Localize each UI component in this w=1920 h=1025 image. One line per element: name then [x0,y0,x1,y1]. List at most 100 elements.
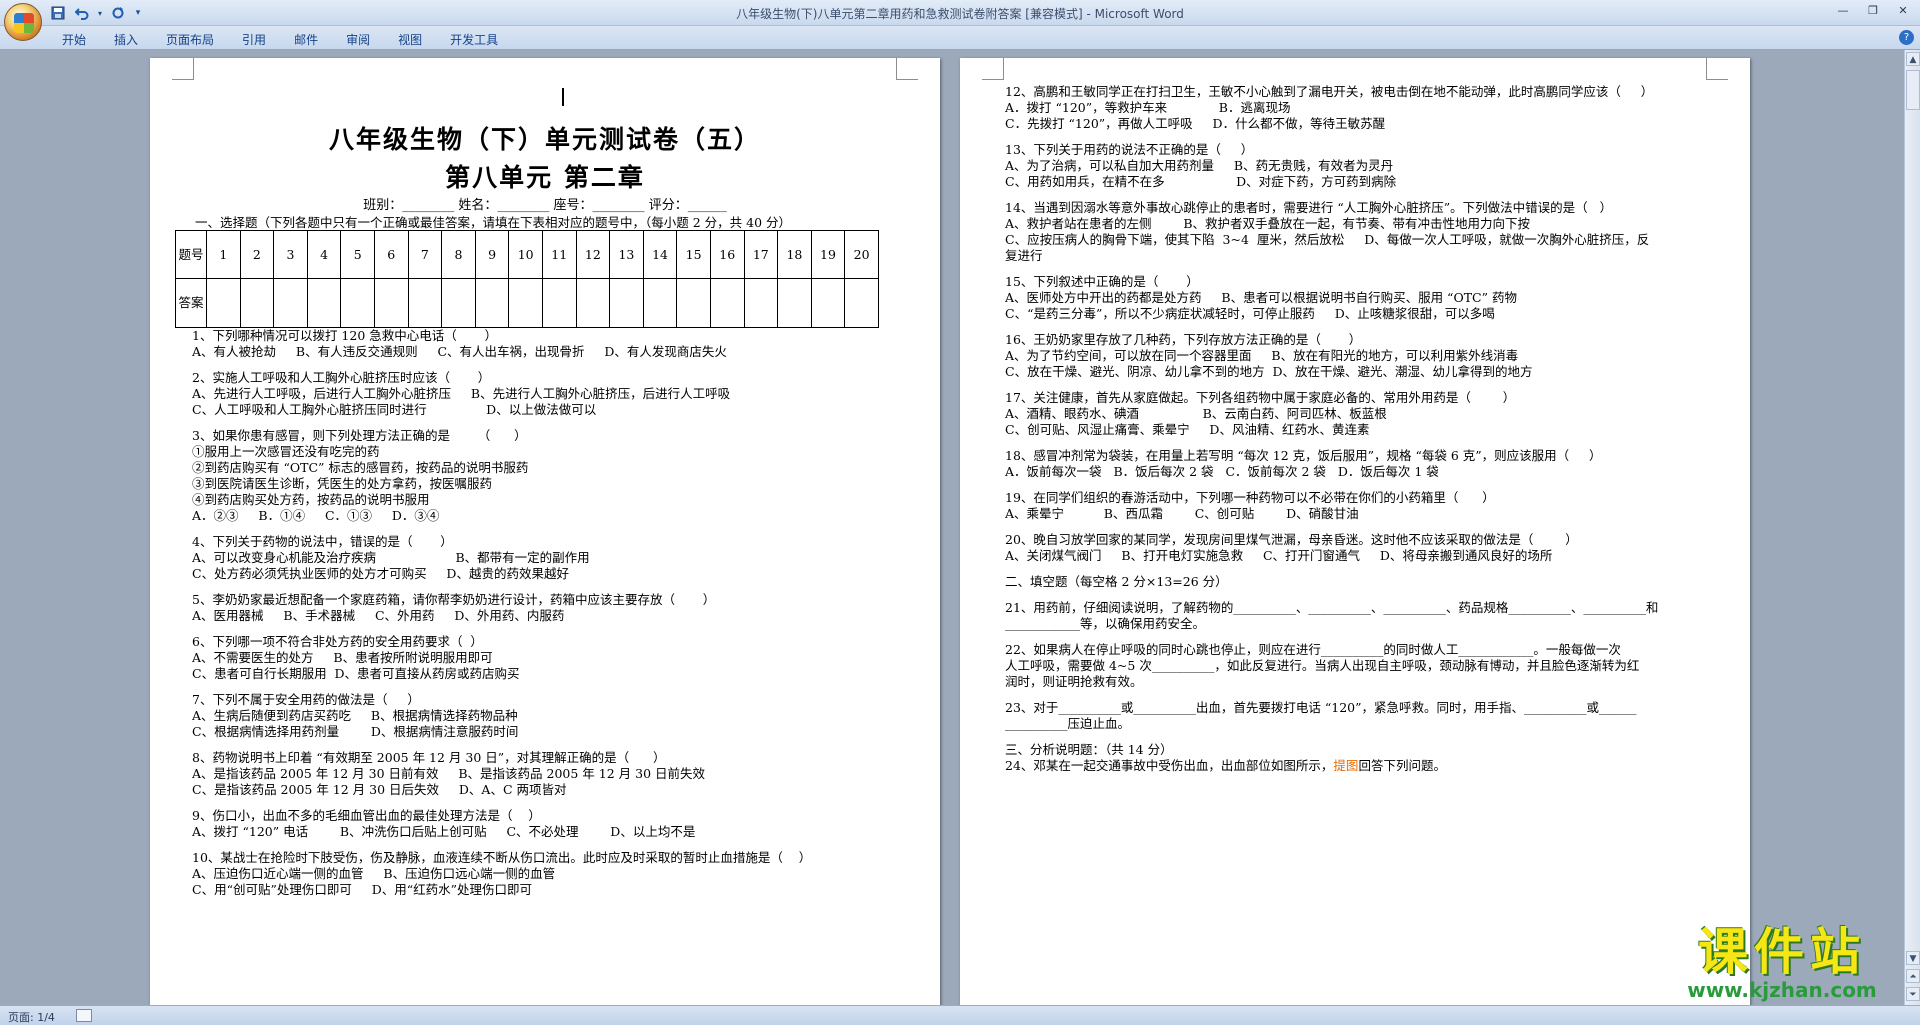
tab-view[interactable]: 视图 [384,29,436,50]
tab-review[interactable]: 审阅 [332,29,384,50]
page-count-status[interactable]: 页面: 1/4 [8,1009,55,1025]
previous-page-icon[interactable]: ⏶ [1906,969,1920,983]
text-line: A、为了节约空间，可以放在同一个容器里面 B、放在有阳光的地方，可以利用紫外线消… [1005,348,1519,363]
office-button[interactable] [4,3,42,41]
text-line: C、根据病情选择用药剂量 D、根据病情注意服药时间 [192,724,519,739]
next-page-icon[interactable]: ⏷ [1906,987,1920,1001]
answer-cell[interactable] [810,278,846,328]
text-line: ③到医院请医生诊断，凭医生的处方拿药，按医嘱服药 [192,476,493,491]
text-line: 12、高鹏和王敏同学正在打扫卫生，王敏不小心触到了漏电开关，被电击倒在地不能动弹… [1005,84,1654,99]
text-line: C、创可贴、风湿止痛膏、乘晕宁 D、风油精、红药水、黄连素 [1005,422,1370,437]
question-number-cell: 20 [844,230,879,279]
question-number-cell: 19 [810,230,846,279]
answer-cell[interactable] [407,278,443,328]
text-line: C、患者可自行长期服用 D、患者可直接从药房或药店购买 [192,666,520,681]
window-controls: — ❐ ✕ [1828,0,1918,20]
answer-cell[interactable] [206,278,241,328]
text-line: ①服用上一次感冒还没有吃完的药 [192,444,380,459]
page-subtitle: 第八单元 第二章 [445,163,645,192]
question-number-cell: 2 [239,230,275,279]
watermark-url: www.kjzhan.com [1687,978,1877,1002]
answer-cell[interactable] [239,278,275,328]
text-line: 二、填空题（每空格 2 分×13=26 分） [1005,574,1228,589]
tab-references[interactable]: 引用 [228,29,280,50]
answer-cell[interactable] [508,278,543,328]
watermark-logo: 课件站 www.kjzhan.com [1662,925,1902,1005]
scroll-thumb[interactable] [1906,70,1920,110]
answer-cell[interactable] [441,278,476,328]
text-line: C、用药如用兵，在精不在多 D、对症下药，方可药到病除 [1005,174,1397,189]
answer-cell[interactable] [642,278,678,328]
page-2-questions: 12、高鹏和王敏同学正在打扫卫生，王敏不小心触到了漏电开关，被电击倒在地不能动弹… [1005,84,1745,774]
text-line: A、是指该药品 2005 年 12 月 30 日前有效 B、是指该药品 2005… [192,766,706,781]
document-page-1[interactable]: 八年级生物（下）单元测试卷（五） 第八单元 第二章 班别：________ 姓名… [150,58,940,1005]
text-line: 23、对于__________或__________出血，首先要拨打电话 “12… [1005,700,1637,715]
document-page-2[interactable]: 12、高鹏和王敏同学正在打扫卫生，王敏不小心触到了漏电开关，被电击倒在地不能动弹… [960,58,1750,1005]
answer-cell[interactable] [306,278,342,328]
text-line: C、“是药三分毒”，所以不少病症状减轻时，可停止服药 D、止咳糖浆很甜，可以多喝 [1005,306,1495,321]
status-bar: 页面: 1/4 [0,1005,1920,1025]
answer-cell[interactable] [743,278,779,328]
tab-insert[interactable]: 插入 [100,29,152,50]
answer-cell[interactable] [676,278,711,328]
question-number-cell: 6 [373,230,409,279]
minimize-icon[interactable]: — [1828,0,1858,20]
scroll-down-icon[interactable]: ▼ [1906,951,1920,965]
answer-cell[interactable] [373,278,409,328]
answer-cell[interactable] [273,278,308,328]
question-number-cell: 1 [206,230,241,279]
scroll-up-icon[interactable]: ▲ [1906,52,1920,66]
answer-table: 题号 1 2 3 4 5 6 7 8 9 10 11 12 13 14 15 16 17 18 19 20 答案 [175,230,879,328]
table-header-answer[interactable]: 答案 [175,278,207,328]
question-24-line: 24、邓某在一起交通事故中受伤出血，出血部位如图所示，提图回答下列问题。 [1005,758,1745,774]
answer-cell[interactable] [609,278,644,328]
text-line: A、医用器械 B、手术器械 C、外用药 D、外用药、内服药 [192,608,565,623]
answer-cell[interactable] [844,278,879,328]
text-line: ④到药店购买处方药，按药品的说明书服用 [192,492,430,507]
text-line: 17、关注健康，首先从家庭做起。下列各组药物中属于家庭必备的、常用外用药是（ ） [1005,390,1516,405]
text-line: 10、某战士在抢险时下肢受伤，伤及静脉，血液连续不断从伤口流出。此时应及时采取的… [192,850,812,865]
close-icon[interactable]: ✕ [1888,0,1918,20]
answer-cell[interactable] [474,278,510,328]
text-line: 5、李奶奶家最近想配备一个家庭药箱，请你帮李奶奶进行设计，药箱中应该主要存放（ … [192,592,716,607]
crop-mark [172,58,194,80]
tab-home[interactable]: 开始 [48,29,100,50]
answer-cell[interactable] [541,278,577,328]
text-line: ____________等，以确保用药安全。 [1005,616,1206,631]
text-line: __________压迫止血。 [1005,716,1131,731]
text-line: A、有人被抢劫 B、有人违反交通规则 C、有人出车祸，出现骨折 D、有人发现商店… [192,344,727,359]
answer-cell[interactable] [777,278,812,328]
tab-page-layout[interactable]: 页面布局 [152,29,228,50]
help-icon[interactable]: ? [1899,30,1914,45]
restore-icon[interactable]: ❐ [1858,0,1888,20]
text-line: 8、药物说明书上印着 “有效期至 2005 年 12 月 30 日”，对其理解正… [192,750,666,765]
text-line: C、人工呼吸和人工胸外心脏挤压同时进行 D、以上做法做可以 [192,402,597,417]
answer-cell[interactable] [575,278,611,328]
tab-mailings[interactable]: 邮件 [280,29,332,50]
answer-cell[interactable] [340,278,375,328]
text-line: C、用“创可贴”处理伤口即可 D、用“红药水”处理伤口即可 [192,882,533,897]
vertical-scrollbar[interactable]: ▲ ▼ ⏶ ⏷ [1904,50,1920,1005]
text-line: ②到药店购买有 “OTC” 标志的感冒药，按药品的说明书服药 [192,460,529,475]
question-number-cell: 15 [676,230,711,279]
macro-record-icon[interactable] [76,1009,92,1022]
question-number-cell: 5 [340,230,375,279]
table-row: 答案 [175,278,879,328]
crop-mark [896,58,918,80]
text-line: A、先进行人工呼吸，后进行人工胸外心脏挤压 B、先进行人工胸外心脏挤压，后进行人… [192,386,731,401]
answer-cell[interactable] [709,278,745,328]
text-line: A、乘晕宁 B、西瓜霜 C、创可贴 D、硝酸甘油 [1005,506,1359,521]
question-number-cell: 11 [541,230,577,279]
tab-developer[interactable]: 开发工具 [436,29,512,50]
page-1-questions: 1、下列哪种情况可以拨打 120 急救中心电话（ ） A、有人被抢劫 B、有人违反… [192,328,932,898]
text-line: A、压迫伤口近心端一侧的血管 B、压迫伤口远心端一侧的血管 [192,866,556,881]
window-title: 八年级生物(下)八单元第二章用药和急救测试卷附答案 [兼容模式] - Micro… [736,7,1184,21]
